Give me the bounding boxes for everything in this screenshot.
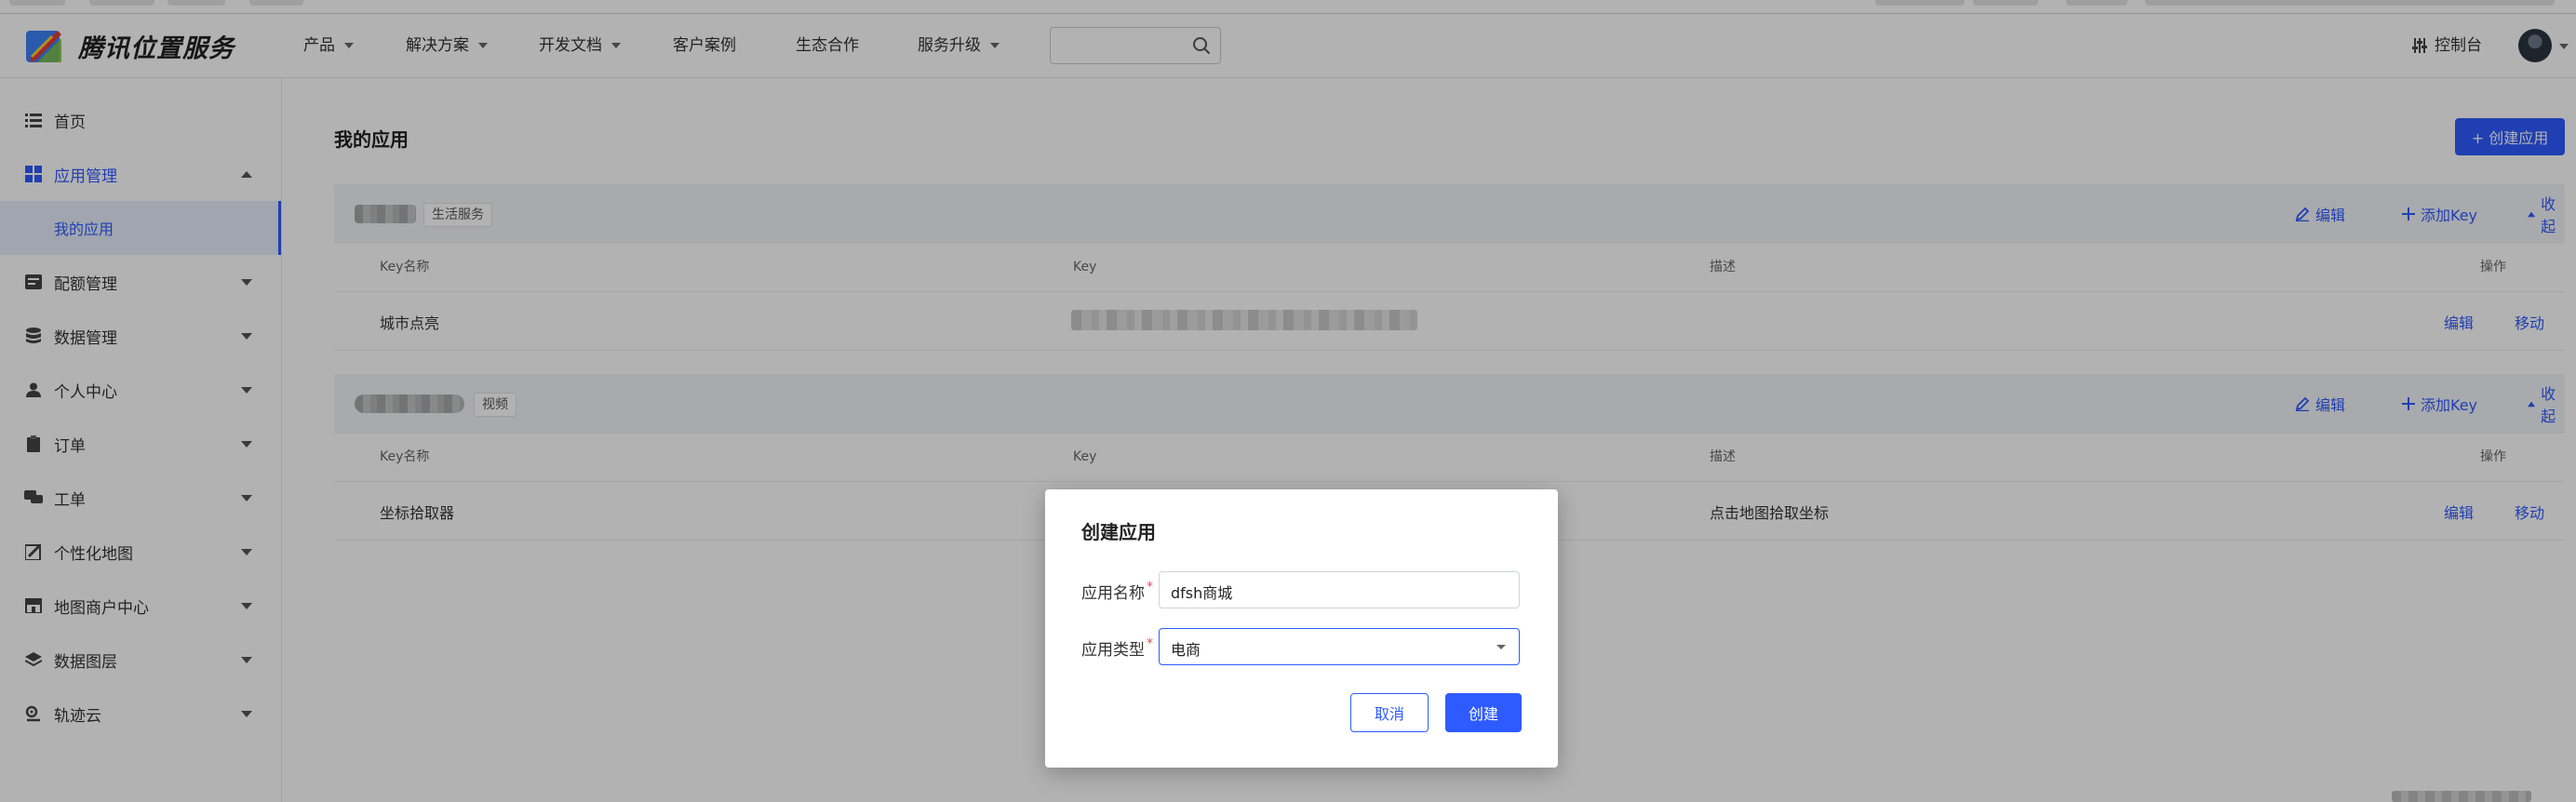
app-type-label: 应用类型 * [1081,636,1153,660]
required-mark: * [1147,636,1153,651]
required-mark: * [1147,580,1153,595]
app-name-input[interactable]: dfsh商城 [1159,571,1520,608]
watermark-redacted [2392,791,2531,802]
app-name-label: 应用名称 * [1081,580,1153,603]
dialog-title: 创建应用 [1081,521,1156,543]
create-app-dialog: 创建应用 应用名称 * dfsh商城 应用类型 * 电商 取消 创建 [1045,489,1558,768]
app-name-value: dfsh商城 [1171,584,1233,602]
create-button[interactable]: 创建 [1445,693,1522,732]
chevron-down-icon [1496,645,1506,649]
cancel-button[interactable]: 取消 [1350,693,1429,732]
app-type-select[interactable]: 电商 [1159,628,1520,665]
app-type-label-text: 应用类型 [1081,641,1145,660]
app-type-value: 电商 [1171,641,1201,659]
app-name-label-text: 应用名称 [1081,584,1145,603]
